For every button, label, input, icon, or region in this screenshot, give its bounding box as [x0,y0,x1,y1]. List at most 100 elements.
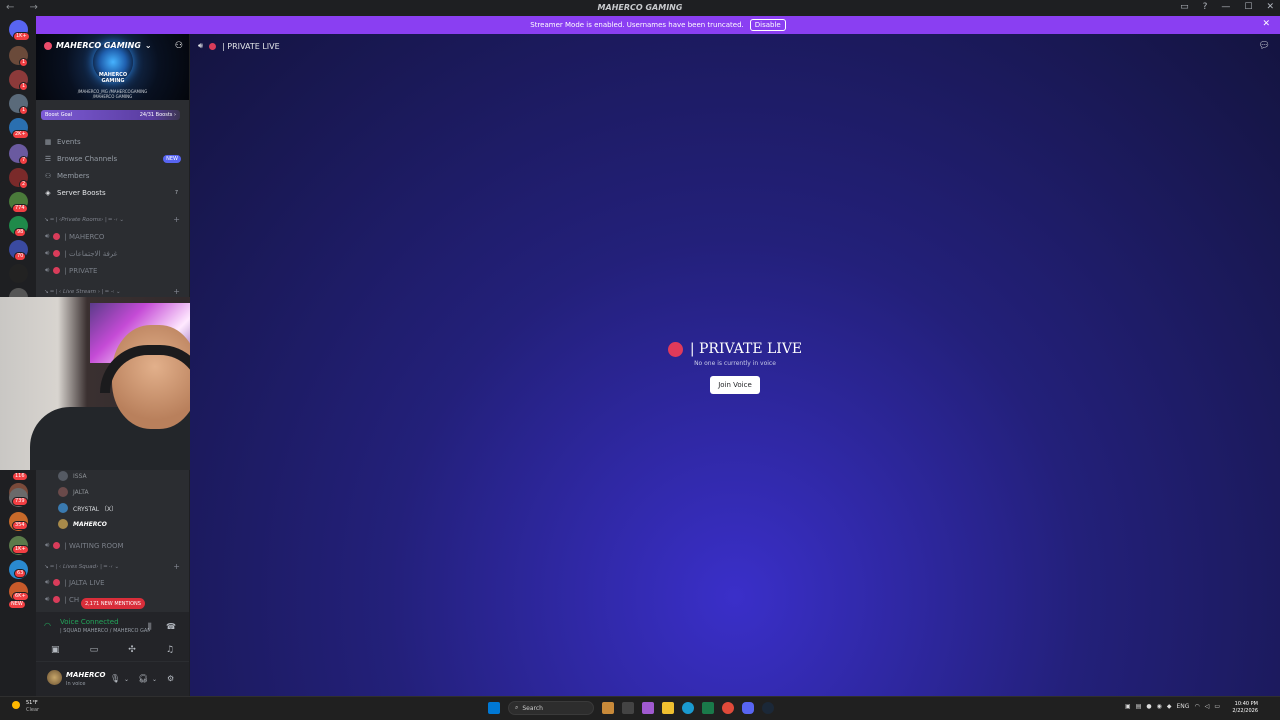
tray-icon[interactable]: ▤ [1136,703,1142,710]
discord-icon[interactable] [742,702,754,714]
voice-channel-waiting[interactable]: 🔊︎ | WAITING ROOM [45,541,124,550]
signal-icon[interactable]: ◠ [44,621,51,630]
help-icon[interactable]: ? [1203,2,1208,12]
add-channel-icon[interactable]: + [173,287,180,296]
minimize-button[interactable]: — [1221,2,1230,12]
voice-channel-jalta-live[interactable]: 🔊︎ | JALTA LIVE [45,578,105,587]
member-name: MAHERCO [73,520,107,528]
server-icon[interactable] [9,264,28,283]
widgets-icon[interactable] [602,702,614,714]
voice-channel-name[interactable]: | SQUAD MAHERCO / MAHERCO GAM... [60,628,150,634]
add-channel-icon[interactable]: + [173,562,180,571]
channel-label: | CH [64,595,80,604]
events-item[interactable]: ▦ Events [44,138,81,146]
boost-label: Boost Goal [45,112,73,118]
channel-dot-icon [667,341,683,357]
invite-icon[interactable]: ⚇ [175,41,183,51]
noise-suppression-icon[interactable]: ⫼ [148,622,152,632]
windows-taskbar: 51°F Clear ⌕ Search ▣ ▤ ● ◉ ◆ ENG ◠ ◁ ▭ … [0,696,1280,720]
search-icon: ⌕ [515,704,519,711]
inbox-icon[interactable]: ▭ [1180,2,1189,12]
server-dot-icon [44,41,52,50]
chrome-icon[interactable] [722,702,734,714]
join-voice-button[interactable]: Join Voice [710,376,760,394]
system-tray: ▣ ▤ ● ◉ ◆ ENG ◠ ◁ ▭ [1125,703,1220,710]
member-name: ISSA [73,472,87,480]
disable-streamer-button[interactable]: Disable [749,19,786,31]
tray-icon[interactable]: ◆ [1167,703,1172,710]
store-icon[interactable] [702,702,714,714]
rail-badge: 774 [12,204,28,213]
volume-icon[interactable]: ◁ [1205,703,1210,710]
speaker-icon: 🔊︎ [45,249,50,257]
voice-channel-view: 🔊︎ | PRIVATE LIVE 💬︎ | PRIVATE LIVE No o… [190,34,1280,696]
category-live-stream[interactable]: ↘ ━ | ‹ Live Stream › | ━ ·‹ ⌄ [44,289,121,295]
voice-member[interactable]: ISSA [58,471,87,481]
chat-icon[interactable]: 💬︎ [1259,41,1270,51]
battery-icon[interactable]: ▭ [1214,703,1220,710]
gear-icon[interactable]: ⚙ [167,674,174,683]
search-placeholder: Search [522,704,543,712]
members-item[interactable]: ⚇ Members [44,172,90,180]
maximize-button[interactable]: ☐ [1244,2,1252,12]
taskbar-clock[interactable]: 10:40 PM 2/22/2026 [1232,701,1258,715]
task-view-icon[interactable] [622,702,634,714]
voice-channel-private[interactable]: 🔊︎ | PRIVATE [45,266,97,275]
copilot-icon[interactable] [642,702,654,714]
soundboard-icon[interactable]: ♫ [166,645,174,655]
boost-icon: ◈ [45,189,51,197]
new-mentions-pill[interactable]: 2,171 NEW MENTIONS [81,598,145,609]
lang-indicator[interactable]: ENG [1177,703,1190,710]
voice-channel-partial[interactable]: 🔊︎ | CH [45,595,79,604]
camera-off-icon[interactable]: ▣ [51,645,60,655]
empty-title: | PRIVATE LIVE [190,341,1280,357]
windows-start-icon[interactable] [488,702,500,714]
chevron-down-icon[interactable]: ⌄ [152,676,157,683]
category-private-rooms[interactable]: ↘ ━ | ‹Private Rooms› | ━ ·‹ ⌄ [44,217,124,223]
rail-badge: 2 [19,180,29,189]
taskbar-search[interactable]: ⌕ Search [508,701,594,715]
wifi-icon[interactable]: ◠ [1194,703,1199,710]
microphone-icon[interactable]: 🎙︎ [110,674,120,683]
tray-icon[interactable]: ▣ [1125,703,1131,710]
voice-member[interactable]: MAHERCO [58,519,107,529]
speaker-icon: 🔊︎ [45,541,50,549]
server-name-label: MAHERCO GAMING [56,41,141,50]
disconnect-icon[interactable]: ☎ [166,622,176,631]
rail-badge: 2K+ [12,130,29,139]
avatar[interactable] [47,670,62,685]
headphones-icon[interactable]: 🎧︎ [138,674,148,683]
avatar [58,487,68,497]
browse-channels-item[interactable]: ☰ Browse Channels [44,155,181,163]
rail-badge: 63 [14,569,27,578]
username[interactable]: MAHERCO [66,671,106,679]
activities-icon[interactable]: ✣ [128,645,136,655]
screen-share-icon[interactable]: ▭ [90,645,99,655]
add-channel-icon[interactable]: + [173,215,180,224]
rail-badge: 116 [12,472,28,481]
voice-member[interactable]: CRYSTAL 〔X〕 [58,503,117,513]
members-icon: ⚇ [44,172,52,180]
voice-channel-meeting[interactable]: 🔊︎ | غرفة الاجتماعات [45,249,117,258]
category-lives-squad[interactable]: ↘ ━ | ‹ Lives Squad› | ━ ·‹ ⌄ [44,564,119,570]
voice-channel-maherco[interactable]: 🔊︎ | MAHERCO [45,232,104,241]
rail-badge: 1 [19,106,29,115]
edge-icon[interactable] [682,702,694,714]
tray-icon[interactable]: ● [1146,703,1151,710]
channel-dot-icon [53,542,61,549]
close-window-button[interactable]: ✕ [1266,2,1274,12]
clock-date: 2/22/2026 [1232,708,1258,714]
boost-goal-bar[interactable]: Boost Goal 24/31 Boosts › [41,110,180,120]
server-name[interactable]: MAHERCO GAMING ⌄ [44,41,152,50]
weather-widget[interactable]: 51°F Clear [12,700,39,714]
voice-status: Voice Connected [60,618,119,626]
streamer-mode-banner: Streamer Mode is enabled. Usernames have… [36,16,1280,34]
server-boosts-item[interactable]: ◈ Server Boosts [44,189,105,197]
tray-icon[interactable]: ◉ [1157,703,1162,710]
voice-actions-row: ▣ ▭ ✣ ♫ [36,639,189,661]
chevron-down-icon[interactable]: ⌄ [124,676,129,683]
file-explorer-icon[interactable] [662,702,674,714]
steam-icon[interactable] [762,702,774,714]
voice-member[interactable]: JALTA [58,487,89,497]
close-icon[interactable]: ✕ [1262,19,1270,29]
